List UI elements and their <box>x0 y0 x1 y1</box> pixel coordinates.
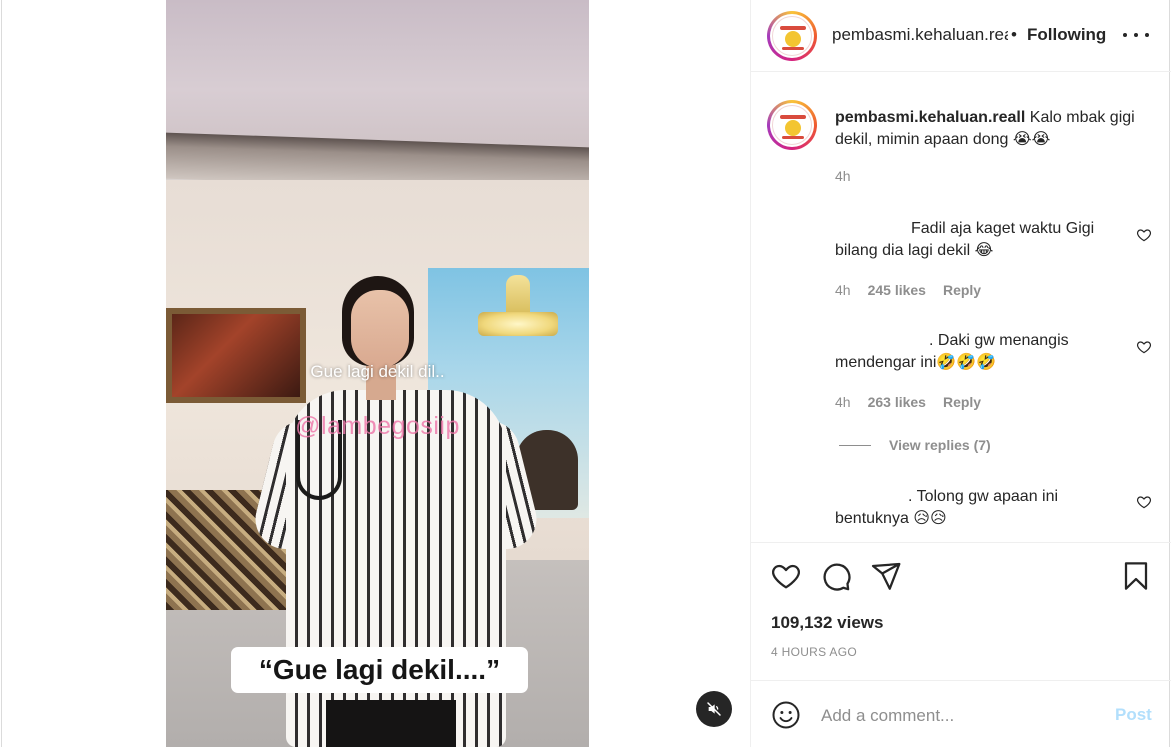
reply-button[interactable]: Reply <box>943 282 981 298</box>
like-comment-heart-icon[interactable] <box>1136 494 1152 510</box>
speaker-muted-icon <box>707 702 721 716</box>
video-subtitle: “Gue lagi dekil....” <box>231 647 528 693</box>
replies-divider <box>839 444 871 446</box>
more-horizontal-icon <box>1123 33 1127 37</box>
more-options-button[interactable] <box>1123 24 1149 46</box>
header-username-link[interactable]: pembasmi.kehaluan.reall <box>832 25 1008 45</box>
add-comment-bar: Post <box>751 680 1171 747</box>
comment-text: Fadil aja kaget waktu Gigi bilang dia la… <box>835 220 1095 259</box>
video-caption-overlay: Gue lagi dekil dil.. <box>310 362 445 381</box>
heart-icon[interactable] <box>770 560 802 592</box>
comment-meta: 4h 263 likes Reply <box>835 394 998 410</box>
mute-button[interactable] <box>696 691 732 727</box>
post-side-panel: pembasmi.kehaluan.reall • Following pemb… <box>750 0 1171 747</box>
emoji-icon[interactable] <box>771 700 801 730</box>
comments-list[interactable]: pembasmi.kehaluan.reall Kalo mbak gigi d… <box>751 72 1171 542</box>
caption-text: pembasmi.kehaluan.reall Kalo mbak gigi d… <box>835 107 1155 151</box>
post-header: pembasmi.kehaluan.reall • Following <box>751 0 1171 72</box>
like-comment-heart-icon[interactable] <box>1136 227 1152 243</box>
comment-text: . Daki gw menangis mendengar ini🤣🤣🤣 <box>835 332 1069 371</box>
comment-input[interactable] <box>821 703 1101 729</box>
comment-icon[interactable] <box>820 560 852 592</box>
post-actions: 109,132 views 4 HOURS AGO <box>751 542 1171 678</box>
post-comment-button[interactable]: Post <box>1115 705 1152 725</box>
comment-likes[interactable]: 245 likes <box>868 282 926 298</box>
bookmark-icon[interactable] <box>1120 560 1152 592</box>
avatar[interactable] <box>767 11 817 61</box>
following-button[interactable]: Following <box>1027 25 1106 45</box>
comment-text: . Tolong gw apaan ini bentuknya 😥😥 <box>835 488 1059 527</box>
instagram-post-modal: Gue lagi dekil dil.. @lambegosiip “Gue l… <box>0 0 1171 747</box>
reply-button[interactable]: Reply <box>943 394 981 410</box>
comment-likes[interactable]: 263 likes <box>868 394 926 410</box>
view-replies-button[interactable]: View replies (7) <box>839 437 991 453</box>
post-video[interactable]: Gue lagi dekil dil.. @lambegosiip “Gue l… <box>166 0 589 747</box>
caption-timestamp[interactable]: 4h <box>835 168 851 184</box>
video-watermark: @lambegosiip <box>295 412 460 440</box>
caption-avatar[interactable] <box>767 100 817 150</box>
like-comment-heart-icon[interactable] <box>1136 339 1152 355</box>
profile-picture <box>772 105 812 145</box>
post-timestamp[interactable]: 4 HOURS AGO <box>771 645 857 659</box>
profile-picture <box>772 16 812 56</box>
comment-timestamp[interactable]: 4h <box>835 282 851 298</box>
media-area: Gue lagi dekil dil.. @lambegosiip “Gue l… <box>2 0 750 747</box>
share-icon[interactable] <box>870 560 902 592</box>
caption-username-link[interactable]: pembasmi.kehaluan.reall <box>835 109 1025 126</box>
view-count[interactable]: 109,132 views <box>771 613 883 633</box>
header-separator: • <box>1011 25 1017 44</box>
comment-timestamp[interactable]: 4h <box>835 394 851 410</box>
comment-meta: 4h 245 likes Reply <box>835 282 998 298</box>
